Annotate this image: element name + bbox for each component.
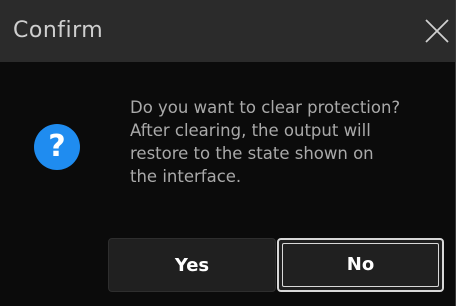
dialog-title: Confirm xyxy=(13,18,104,43)
question-glyph: ? xyxy=(48,129,66,164)
message-line: Do you want to clear protection? xyxy=(130,98,401,117)
question-icon: ? xyxy=(34,124,80,170)
confirm-dialog: Confirm ? Do you want to clear protectio… xyxy=(0,0,456,306)
yes-button-label: Yes xyxy=(174,255,210,276)
message-line: restore to the state shown on xyxy=(130,144,374,163)
yes-button[interactable]: Yes xyxy=(108,238,276,292)
dialog-titlebar: Confirm xyxy=(0,0,455,62)
dialog-message: Do you want to clear protection? After c… xyxy=(130,96,450,188)
no-button-label: No xyxy=(346,254,375,275)
message-line: the interface. xyxy=(130,167,242,186)
close-icon-graphic xyxy=(425,19,449,43)
close-icon[interactable] xyxy=(424,18,450,44)
no-button[interactable]: No xyxy=(277,238,444,292)
message-line: After clearing, the output will xyxy=(130,121,371,140)
